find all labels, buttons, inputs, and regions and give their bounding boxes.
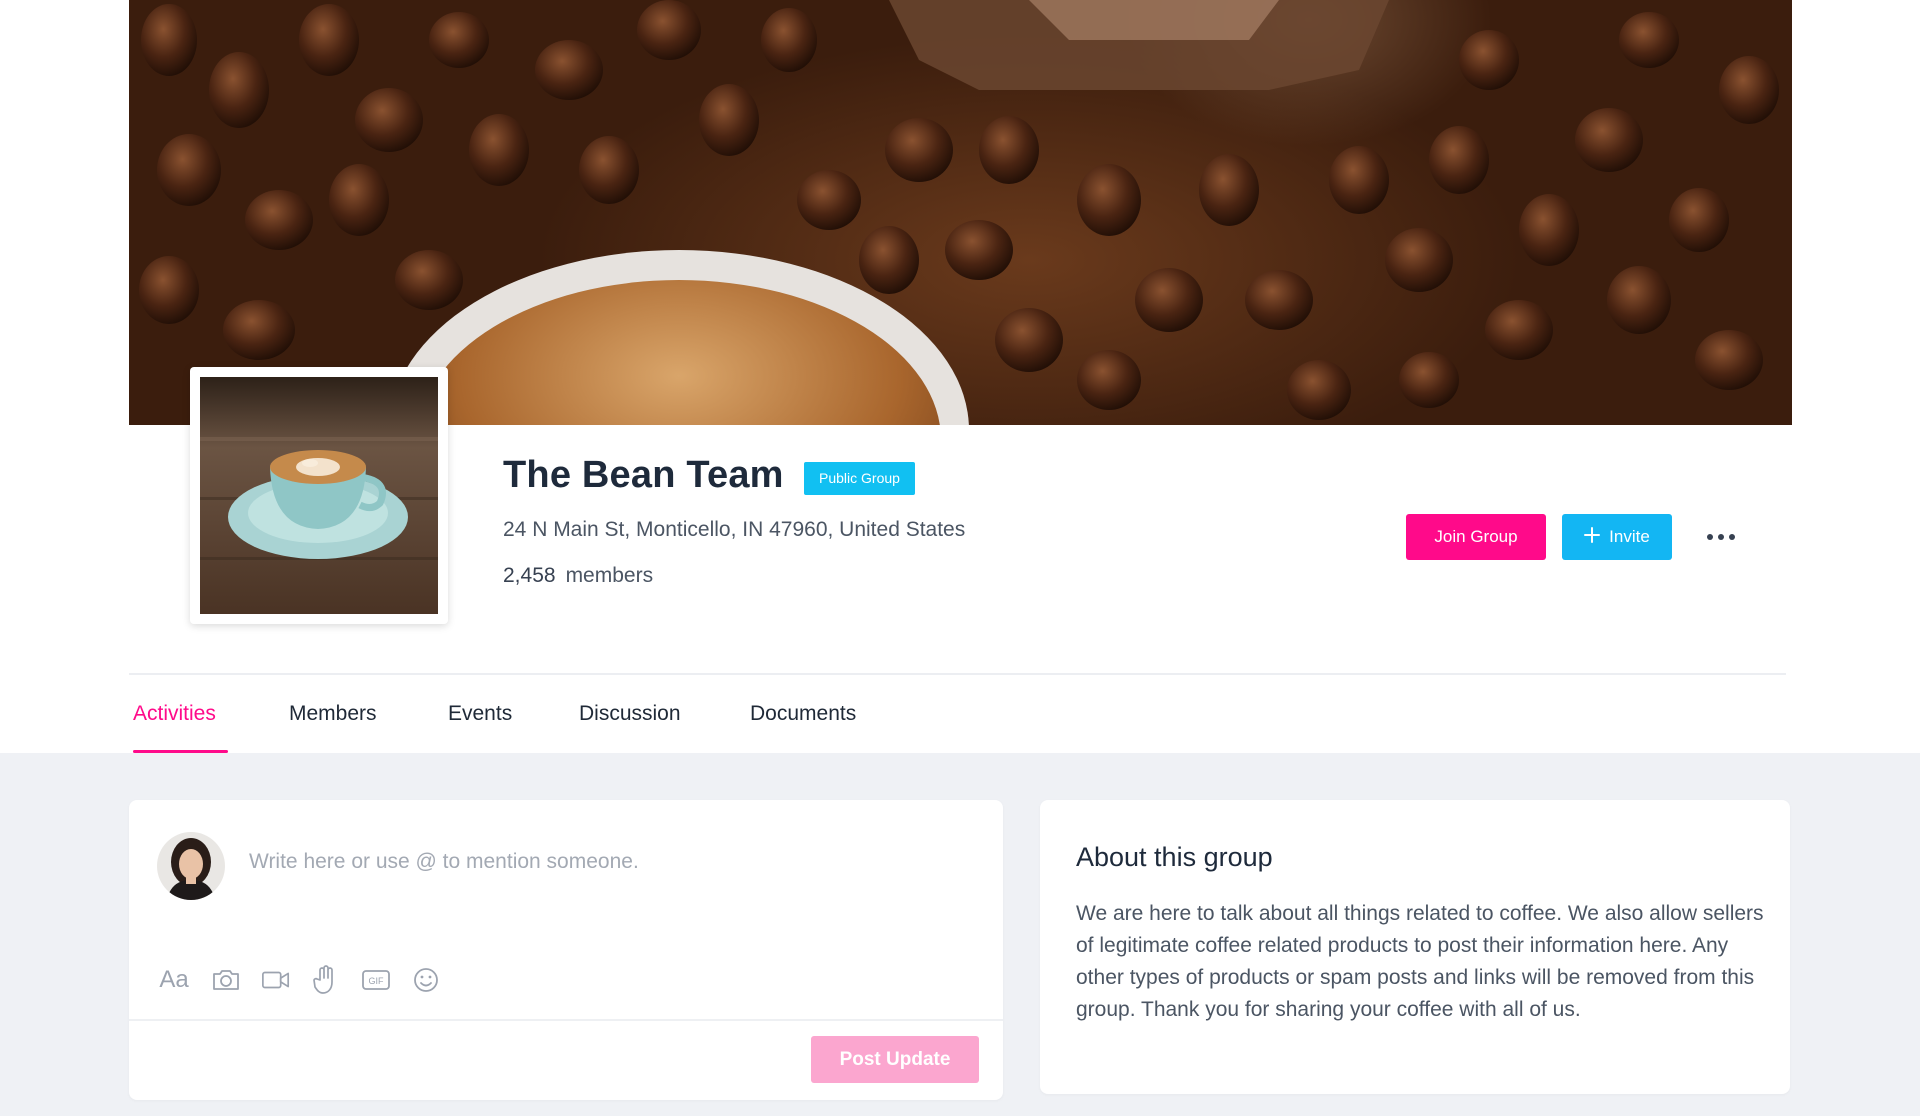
post-composer: Aa GIF Post Update bbox=[129, 800, 1003, 1100]
coffee-cup-image bbox=[200, 377, 438, 614]
emoji-icon[interactable] bbox=[411, 965, 441, 995]
tab-discussion[interactable]: Discussion bbox=[579, 702, 681, 726]
hand-icon[interactable] bbox=[311, 965, 341, 995]
member-count-label: members bbox=[565, 564, 654, 587]
active-tab-indicator bbox=[133, 750, 228, 753]
post-update-button[interactable]: Post Update bbox=[811, 1036, 979, 1083]
header-divider bbox=[129, 673, 1786, 675]
svg-text:GIF: GIF bbox=[369, 976, 385, 986]
plus-icon bbox=[1584, 526, 1601, 548]
member-count-value: 2,458 bbox=[503, 564, 556, 587]
member-count[interactable]: 2,458 members bbox=[503, 564, 653, 588]
invite-button[interactable]: Invite bbox=[1562, 514, 1672, 560]
tab-documents[interactable]: Documents bbox=[750, 702, 856, 726]
coffee-beans-image bbox=[139, 0, 1779, 425]
group-address: 24 N Main St, Monticello, IN 47960, Unit… bbox=[503, 518, 966, 541]
about-title: About this group bbox=[1076, 842, 1273, 872]
join-group-button[interactable]: Join Group bbox=[1406, 514, 1546, 560]
cover-photo bbox=[129, 0, 1792, 425]
group-avatar[interactable] bbox=[190, 367, 448, 624]
about-group-card: About this group We are here to talk abo… bbox=[1040, 800, 1790, 1094]
user-avatar[interactable] bbox=[157, 832, 225, 900]
video-icon[interactable] bbox=[261, 965, 291, 995]
composer-divider bbox=[129, 1019, 1003, 1021]
invite-button-label: Invite bbox=[1609, 527, 1650, 546]
ellipsis-icon bbox=[1707, 534, 1713, 540]
gif-icon[interactable]: GIF bbox=[361, 965, 391, 995]
tab-members[interactable]: Members bbox=[289, 702, 377, 726]
more-options-button[interactable] bbox=[1700, 522, 1742, 552]
tab-events[interactable]: Events bbox=[448, 702, 512, 726]
camera-icon[interactable] bbox=[211, 965, 241, 995]
composer-toolbar: Aa GIF bbox=[157, 965, 441, 995]
group-title: The Bean Team bbox=[503, 454, 784, 496]
public-group-badge: Public Group bbox=[804, 462, 915, 495]
post-input[interactable] bbox=[249, 850, 949, 874]
text-format-icon[interactable]: Aa bbox=[157, 965, 191, 995]
tab-activities[interactable]: Activities bbox=[133, 702, 216, 726]
about-description: We are here to talk about all things rel… bbox=[1076, 902, 1764, 1021]
